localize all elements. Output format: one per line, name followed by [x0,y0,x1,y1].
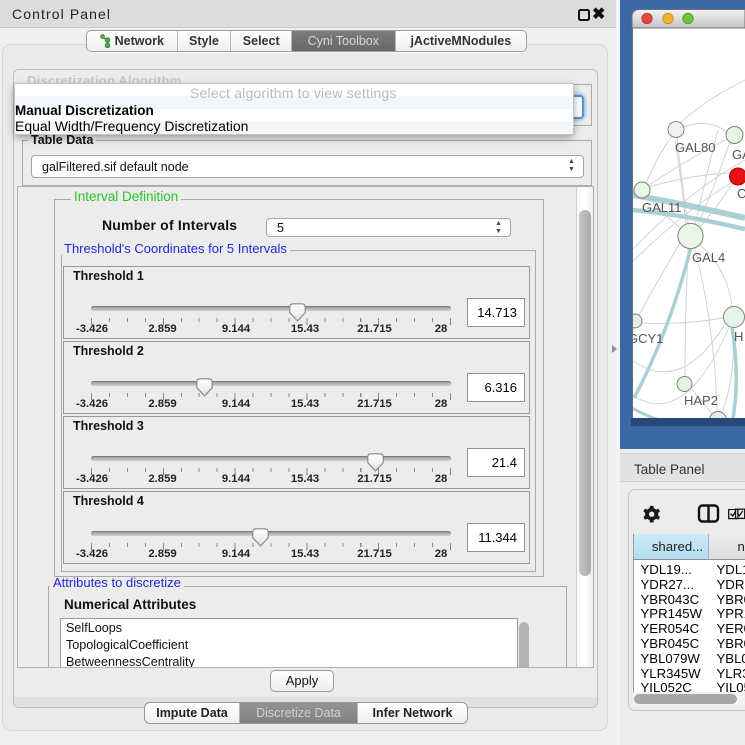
svg-text:GAL11: GAL11 [642,200,682,215]
svg-text:GAL80: GAL80 [675,140,715,155]
svg-text:GCY1: GCY1 [628,331,663,346]
svg-text:H: H [734,329,743,344]
svg-text:C: C [737,186,745,201]
svg-text:GAL4: GAL4 [692,250,725,265]
svg-text:GAL1: GAL1 [732,147,745,162]
svg-text:HAP2: HAP2 [684,393,718,408]
